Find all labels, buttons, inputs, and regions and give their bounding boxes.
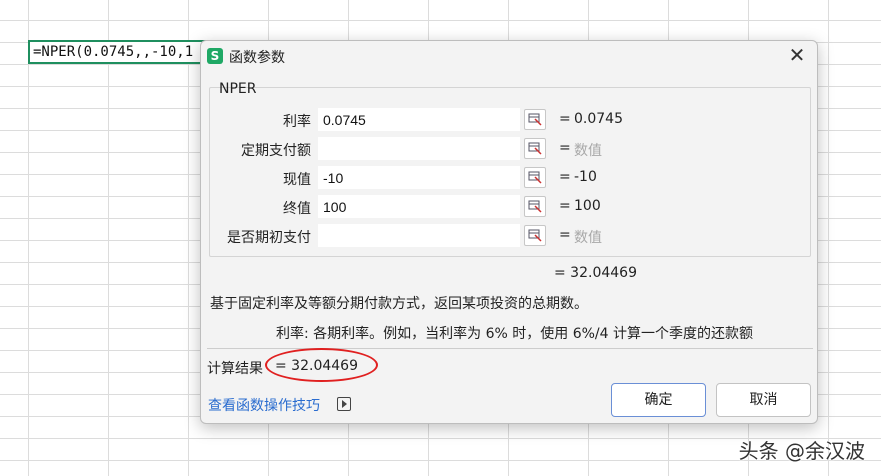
collapse-dialog-icon[interactable] xyxy=(524,138,546,159)
arg-result: 0.0745 xyxy=(574,111,623,127)
arg-label: 定期支付额 xyxy=(241,143,311,159)
payment-input[interactable] xyxy=(318,137,520,160)
rate-input[interactable] xyxy=(318,108,520,131)
arg-equals: = xyxy=(559,198,571,214)
video-play-icon[interactable] xyxy=(337,397,351,411)
arg-label: 现值 xyxy=(283,172,311,188)
arg-result: -10 xyxy=(574,169,597,185)
function-name-label: NPER xyxy=(219,81,257,97)
function-arguments-dialog: S 函数参数 ✕ NPER 利率 = 0.0745 定期支付额 = 数值 现值 … xyxy=(200,40,818,424)
arg-row-future-value: 终值 = 100 xyxy=(201,195,819,219)
arg-row-present-value: 现值 = -10 xyxy=(201,166,819,190)
collapse-dialog-icon[interactable] xyxy=(524,225,546,246)
arg-result: 数值 xyxy=(574,143,602,159)
arg-label: 利率 xyxy=(283,114,311,130)
ok-button[interactable]: 确定 xyxy=(611,383,706,417)
arg-label: 是否期初支付 xyxy=(227,230,311,246)
dialog-title: 函数参数 xyxy=(229,50,285,66)
arg-equals: = xyxy=(559,140,571,156)
arg-label: 终值 xyxy=(283,201,311,217)
watermark: 头条 @余汉波 xyxy=(738,439,865,463)
arg-equals: = xyxy=(559,169,571,185)
annotation-circle xyxy=(265,348,378,382)
collapse-dialog-icon[interactable] xyxy=(524,167,546,188)
arg-result: 数值 xyxy=(574,230,602,246)
collapse-dialog-icon[interactable] xyxy=(524,196,546,217)
dialog-titlebar: S 函数参数 ✕ xyxy=(201,41,817,71)
arg-equals: = xyxy=(559,227,571,243)
arg-row-rate: 利率 = 0.0745 xyxy=(201,108,819,132)
payment-type-input[interactable] xyxy=(318,224,520,247)
arg-row-payment: 定期支付额 = 数值 xyxy=(201,137,819,161)
collapse-dialog-icon[interactable] xyxy=(524,109,546,130)
argument-description: 利率: 各期利率。例如，当利率为 6% 时，使用 6%/4 计算一个季度的还款额 xyxy=(276,326,754,342)
function-description: 基于固定利率及等额分期付款方式，返回某项投资的总期数。 xyxy=(210,296,588,312)
present-value-input[interactable] xyxy=(318,166,520,189)
help-link[interactable]: 查看函数操作技巧 xyxy=(208,395,320,415)
arg-row-type: 是否期初支付 = 数值 xyxy=(201,224,819,248)
future-value-input[interactable] xyxy=(318,195,520,218)
formula-result: = 32.04469 xyxy=(554,265,637,281)
arg-equals: = xyxy=(559,111,571,127)
calc-result-label: 计算结果 xyxy=(207,361,263,377)
close-icon[interactable]: ✕ xyxy=(787,45,807,65)
cancel-button[interactable]: 取消 xyxy=(716,383,811,417)
wps-app-icon: S xyxy=(207,48,223,64)
arg-result: 100 xyxy=(574,198,601,214)
